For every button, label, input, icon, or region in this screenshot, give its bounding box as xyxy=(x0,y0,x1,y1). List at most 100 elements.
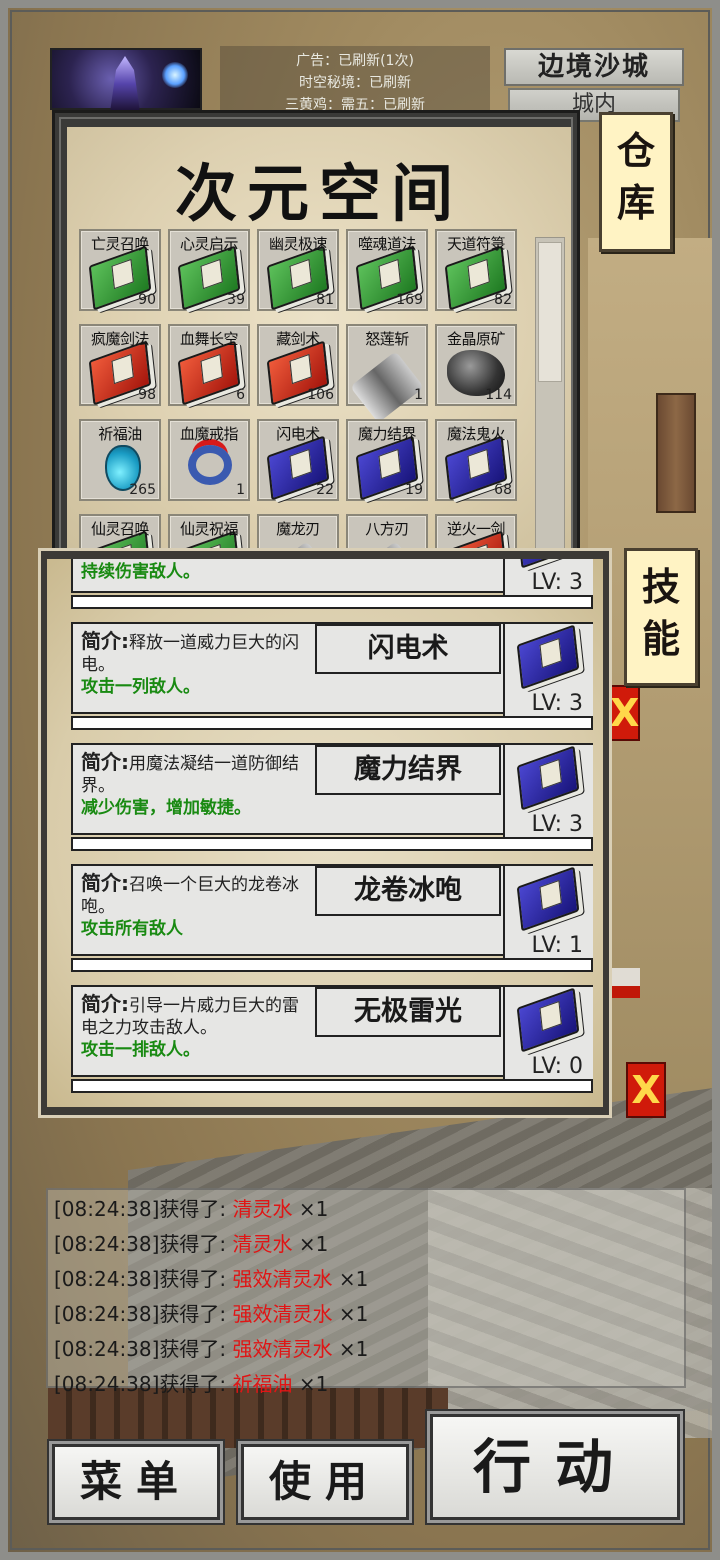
log-prefix: 获得了: xyxy=(159,1267,233,1291)
item-count: 90 xyxy=(138,292,156,308)
log-item: 清灵水 xyxy=(232,1197,293,1221)
log-prefix: 获得了: xyxy=(159,1372,233,1396)
skill-name: 闪电术 xyxy=(315,624,501,674)
enemy-hp-bar xyxy=(608,968,640,998)
skill-name: 龙卷冰咆 xyxy=(315,866,501,916)
skill-card: 持续伤害敌人。 LV: 3 xyxy=(71,559,593,595)
tab-warehouse[interactable]: 仓库 xyxy=(599,112,673,252)
item-count: 114 xyxy=(485,387,512,403)
inventory-slot[interactable]: 怒莲斩 1 xyxy=(346,324,428,423)
close-button[interactable]: X xyxy=(608,685,640,741)
skill-description: 简介:召唤一个巨大的龙卷冰咆。 攻击所有敌人 xyxy=(81,872,311,940)
item-count: 106 xyxy=(307,387,334,403)
item-count: 39 xyxy=(227,292,245,308)
item-count: 19 xyxy=(405,482,423,498)
skill-level: LV: 3 xyxy=(531,691,584,716)
ring-icon xyxy=(188,445,232,485)
inventory-slot[interactable]: 心灵启示 39 xyxy=(168,229,250,311)
skill-card: 简介:引导一片威力巨大的雷电之力攻击敌人。 攻击一排敌人。 无极雷光 LV: 0 xyxy=(71,985,593,1079)
action-button[interactable]: 行动 xyxy=(430,1414,680,1520)
item-name: 亡灵召唤 xyxy=(90,235,150,253)
item-name: 魔力结界 xyxy=(357,425,417,443)
game-screen: 广告：已刷新(1次) 时空秘境：已刷新 三黄鸡：需五：已刷新 边境沙城 城内 X… xyxy=(0,0,720,1560)
mage-figure-icon xyxy=(110,56,140,112)
inventory-slot[interactable]: 幽灵极速 81 xyxy=(257,229,339,311)
tab-skill[interactable]: 技能 xyxy=(624,548,698,686)
inventory-slot[interactable]: 天道符箓 82 xyxy=(435,229,517,311)
item-name: 心灵启示 xyxy=(179,235,239,253)
intro-label: 简介: xyxy=(81,750,129,774)
skill-level: LV: 1 xyxy=(531,933,584,958)
menu-button[interactable]: 菜单 xyxy=(52,1444,220,1520)
blue-book-icon xyxy=(516,745,580,811)
inventory-slot[interactable]: 藏剑术 106 xyxy=(257,324,339,406)
log-time: [08:24:38] xyxy=(54,1197,160,1221)
intro-label: 简介: xyxy=(81,629,129,653)
skill-row[interactable]: 简介:释放一道威力巨大的闪电。 攻击一列敌人。 闪电术 LV: 3 xyxy=(71,622,593,732)
inventory-slot[interactable]: 金晶原矿 114 xyxy=(435,324,517,406)
skill-level: LV: 3 xyxy=(531,812,584,837)
blue-book-icon xyxy=(516,624,580,690)
inventory-slot[interactable]: 魔法鬼火 68 xyxy=(435,419,517,501)
skill-row[interactable]: 简介:召唤一个巨大的龙卷冰咆。 攻击所有敌人 龙卷冰咆 LV: 1 xyxy=(71,864,593,974)
skill-book-slot[interactable]: LV: 0 xyxy=(503,987,593,1079)
item-count: 265 xyxy=(129,482,156,498)
skill-book-slot[interactable]: LV: 3 xyxy=(503,624,593,716)
use-button[interactable]: 使用 xyxy=(241,1444,409,1520)
inventory-slot[interactable]: 亡灵召唤 90 xyxy=(79,229,161,311)
item-count: 68 xyxy=(494,482,512,498)
close-button[interactable]: X xyxy=(626,1062,666,1118)
item-name: 天道符箓 xyxy=(446,235,506,253)
log-time: [08:24:38] xyxy=(54,1267,160,1291)
item-name: 八方刃 xyxy=(365,520,409,538)
inventory-slot[interactable]: 闪电术 22 xyxy=(257,419,339,501)
blue-book-icon xyxy=(516,866,580,932)
item-name: 噬魂道法 xyxy=(357,235,417,253)
skill-book-slot[interactable]: LV: 3 xyxy=(503,745,593,837)
skill-effect: 攻击一排敌人。 xyxy=(81,1040,200,1060)
skill-effect: 减少伤害，增加敏捷。 xyxy=(81,798,251,818)
item-name: 魔法鬼火 xyxy=(446,425,506,443)
skill-row[interactable]: 简介:用魔法凝结一道防御结界。 减少伤害，增加敏捷。 魔力结界 LV: 3 xyxy=(71,743,593,853)
skill-card: 简介:释放一道威力巨大的闪电。 攻击一列敌人。 闪电术 LV: 3 xyxy=(71,622,593,716)
skill-progress-bar xyxy=(71,716,593,730)
skill-description: 持续伤害敌人。 xyxy=(81,561,311,583)
character-portrait[interactable] xyxy=(50,48,202,112)
inventory-slot[interactable]: 血舞长空 6 xyxy=(168,324,250,406)
inventory-scrollbar[interactable] xyxy=(535,237,565,557)
log-line: [08:24:38]获得了: 清灵水 ×1 xyxy=(54,1227,678,1262)
inventory-slot[interactable]: 祈福油 265 xyxy=(79,419,161,501)
item-count: 22 xyxy=(316,482,334,498)
inventory-slot[interactable]: 魔力结界 19 xyxy=(346,419,428,501)
loot-log: [08:24:38]获得了: 清灵水 ×1 [08:24:38]获得了: 清灵水 … xyxy=(46,1188,686,1396)
item-name: 血舞长空 xyxy=(179,330,239,348)
skill-effect: 攻击一列敌人。 xyxy=(81,677,200,697)
item-name: 逆火一剑 xyxy=(446,520,506,538)
log-item: 清灵水 xyxy=(232,1232,293,1256)
item-count: 1 xyxy=(414,387,423,403)
skill-book-slot[interactable]: LV: 1 xyxy=(503,866,593,958)
skill-row[interactable]: 持续伤害敌人。 LV: 3 xyxy=(71,559,593,611)
log-qty: ×1 xyxy=(332,1302,369,1326)
item-count: 1 xyxy=(236,482,245,498)
city-name-button[interactable]: 边境沙城 xyxy=(504,48,684,86)
skill-progress-bar xyxy=(71,595,593,609)
item-name: 金晶原矿 xyxy=(446,330,506,348)
log-line: [08:24:38]获得了: 清灵水 ×1 xyxy=(54,1192,678,1227)
inventory-slot[interactable]: 血魔戒指 1 xyxy=(168,419,250,501)
skill-row[interactable]: 简介:引导一片威力巨大的雷电之力攻击敌人。 攻击一排敌人。 无极雷光 LV: 0 xyxy=(71,985,593,1095)
inventory-slot[interactable]: 疯魔剑法 98 xyxy=(79,324,161,406)
scrollbar-thumb[interactable] xyxy=(538,242,562,382)
log-time: [08:24:38] xyxy=(54,1337,160,1361)
inventory-slot[interactable]: 噬魂道法 169 xyxy=(346,229,428,311)
skill-progress-bar xyxy=(71,1079,593,1093)
sword-icon xyxy=(349,351,425,423)
skill-description: 简介:引导一片威力巨大的雷电之力攻击敌人。 攻击一排敌人。 xyxy=(81,993,311,1061)
log-line: [08:24:38]获得了: 强效清灵水 ×1 xyxy=(54,1297,678,1332)
magic-orb-icon xyxy=(162,62,188,88)
intro-label: 简介: xyxy=(81,992,129,1016)
skill-card: 简介:召唤一个巨大的龙卷冰咆。 攻击所有敌人 龙卷冰咆 LV: 1 xyxy=(71,864,593,958)
skill-book-slot[interactable]: LV: 3 xyxy=(503,559,593,595)
item-count: 169 xyxy=(396,292,423,308)
log-time: [08:24:38] xyxy=(54,1302,160,1326)
